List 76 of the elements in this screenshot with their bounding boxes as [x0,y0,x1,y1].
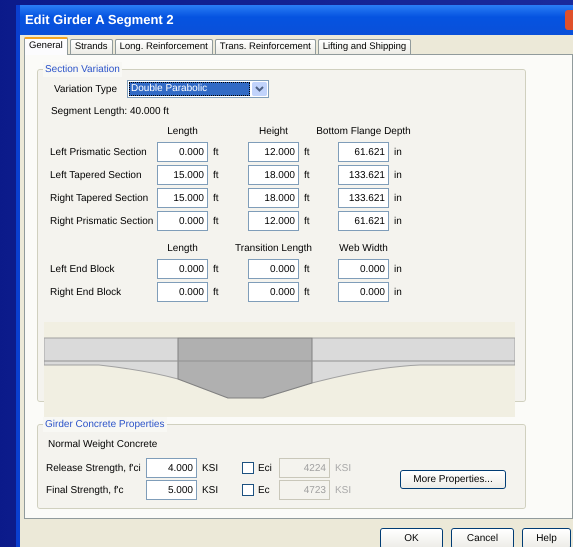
input-field[interactable]: 0.000 [157,282,208,302]
input-field[interactable]: 61.621 [338,142,389,162]
more-properties-button[interactable]: More Properties... [400,470,506,488]
unit-label: KSI [334,484,352,498]
unit-label: KSI [201,484,220,498]
field-label: Variation Type [54,82,118,96]
field-label: Final Strength, f'c [46,484,124,498]
checkbox-label: Ec [257,484,271,498]
row-label: Left End Block [50,262,116,276]
row-label: Left Prismatic Section [50,146,148,160]
input-field[interactable]: 61.621 [338,211,389,231]
input-field[interactable]: 18.000 [248,165,299,185]
input-field[interactable]: 0.000 [157,259,208,279]
column-header: Web Width [339,242,388,256]
tab[interactable]: Trans. Reinforcement [214,39,316,54]
checkbox-label: Eci [257,462,273,476]
input-field[interactable]: 4.000 [146,458,197,478]
unit-label: in [393,168,403,182]
unit-label: ft [212,146,220,160]
input-field[interactable]: 12.000 [248,211,299,231]
tab[interactable]: Strands [70,39,113,54]
input-field[interactable]: 133.621 [338,165,389,185]
unit-label: ft [212,262,220,276]
input-field[interactable]: 0.000 [157,142,208,162]
unit-label: ft [303,146,311,160]
unit-label: ft [212,168,220,182]
input-field[interactable]: 0.000 [338,282,389,302]
tab[interactable]: General [24,37,68,55]
input-field[interactable]: 18.000 [248,188,299,208]
input-field[interactable]: 0.000 [248,282,299,302]
unit-label: in [393,214,403,228]
row-label: Left Tapered Section [50,168,143,182]
column-header: Height [259,125,288,139]
unit-label: in [393,192,403,206]
input-field: 4224 [279,458,330,478]
column-header: Length [167,242,198,256]
input-field[interactable]: 15.000 [157,165,208,185]
unit-label: in [393,286,403,300]
input-field[interactable]: 15.000 [157,188,208,208]
input-field[interactable]: 0.000 [338,259,389,279]
input-field[interactable]: 12.000 [248,142,299,162]
input-field[interactable]: 0.000 [248,259,299,279]
group-title: Section Variation [43,62,122,77]
group-title: Girder Concrete Properties [43,417,166,432]
input-field[interactable]: 133.621 [338,188,389,208]
unit-label: in [393,262,403,276]
unit-label: ft [212,214,220,228]
unit-label: ft [212,286,220,300]
unit-label: ft [303,262,311,276]
field-label: Release Strength, f'ci [46,462,142,476]
row-label: Right Prismatic Section [50,214,154,228]
window-title: Edit Girder A Segment 2 [25,11,174,30]
concrete-type-text: Normal Weight Concrete [48,439,158,450]
segment-length-text: Segment Length: 40.000 ft [50,105,170,119]
input-field[interactable]: 0.000 [157,211,208,231]
unit-label: KSI [334,462,352,476]
unit-label: ft [303,192,311,206]
dialog-button[interactable]: Cancel [451,528,514,547]
unit-label: KSI [201,462,220,476]
unit-label: ft [303,168,311,182]
column-header: Transition Length [235,242,312,256]
variation-type-dropdown[interactable]: Double Parabolic [127,80,270,98]
dialog-button[interactable]: OK [380,528,443,547]
row-label: Right Tapered Section [50,192,150,206]
input-field: 4723 [279,480,330,500]
dialog-button[interactable]: Help [522,528,571,547]
unit-label: ft [303,286,311,300]
unit-label: ft [303,214,311,228]
column-header: Length [167,125,198,139]
row-label: Right End Block [50,286,122,300]
column-header: Bottom Flange Depth [316,125,411,139]
tab[interactable]: Lifting and Shipping [318,39,412,54]
tab[interactable]: Long. Reinforcement [114,39,213,54]
input-field[interactable]: 5.000 [146,480,197,500]
unit-label: in [393,146,403,160]
unit-label: ft [212,192,220,206]
